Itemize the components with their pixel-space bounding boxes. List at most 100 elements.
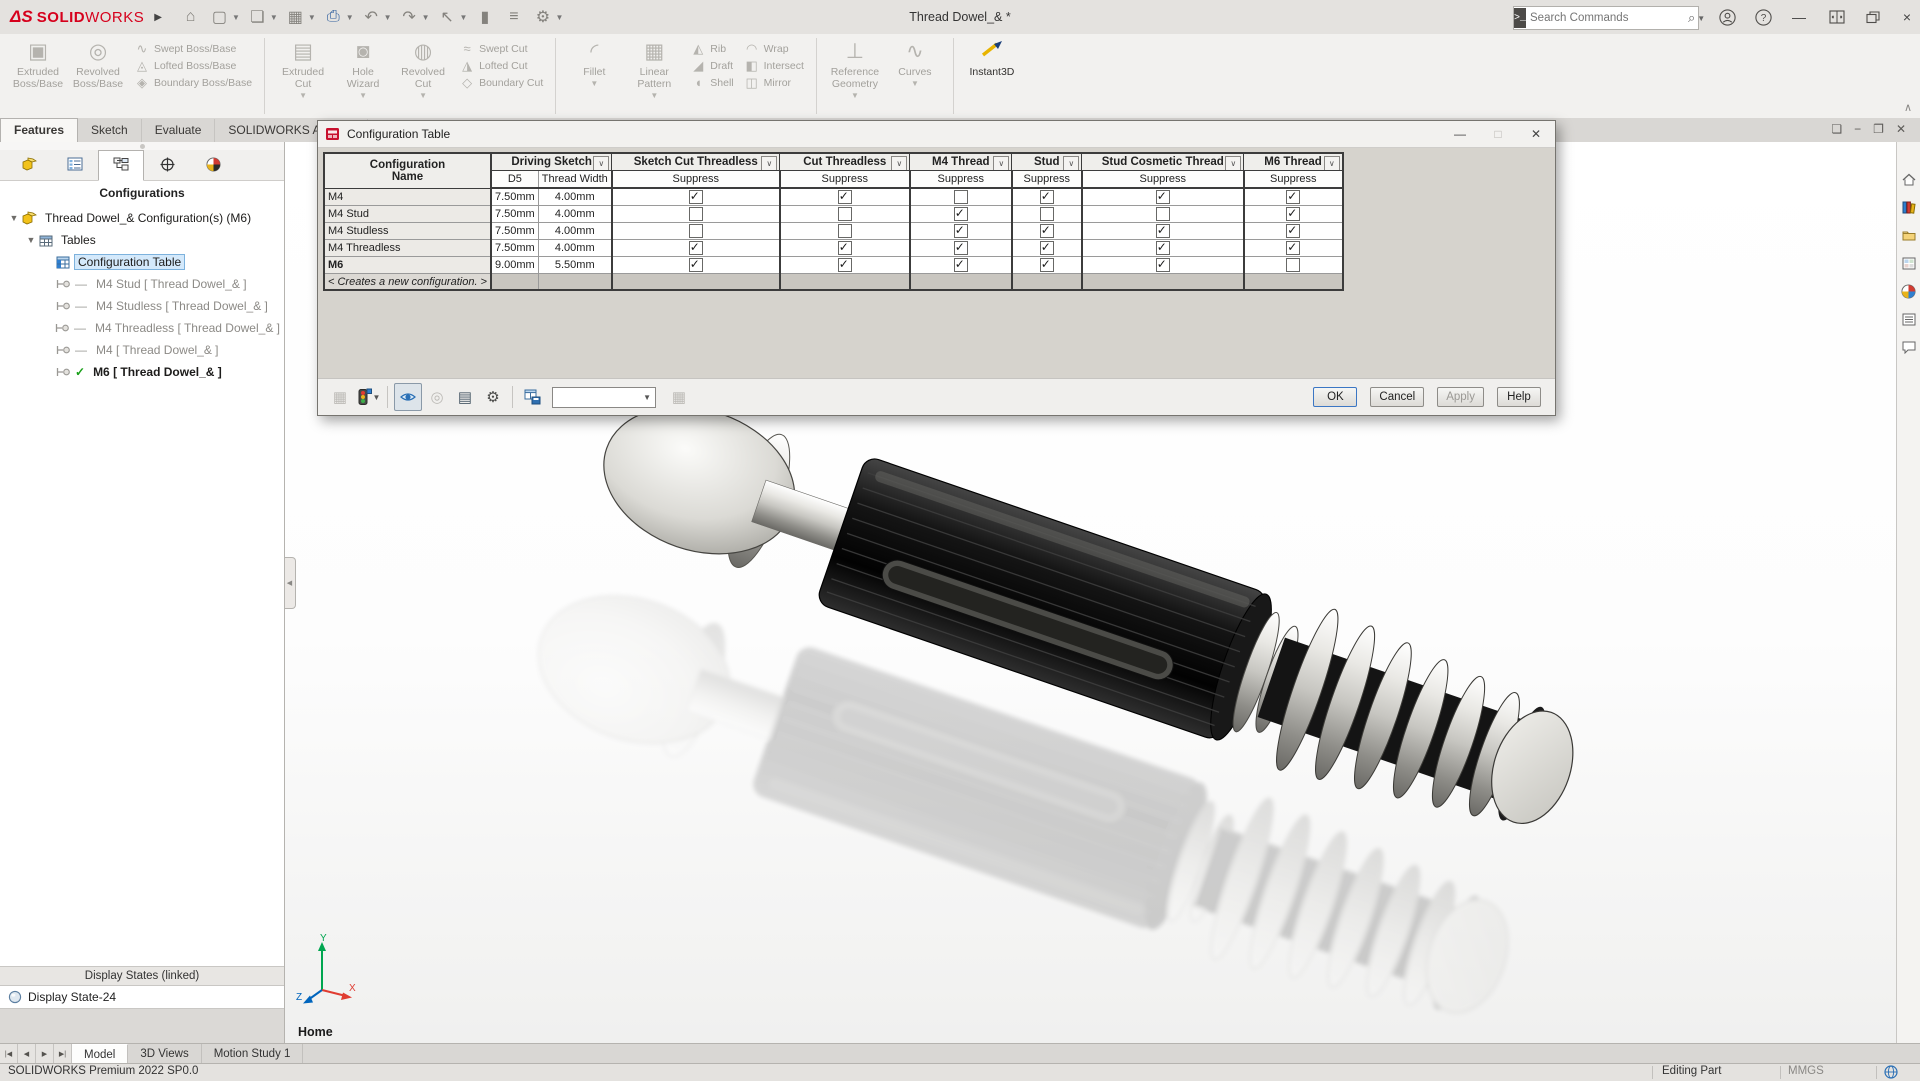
shell-button[interactable]: ◖ Shell bbox=[690, 74, 733, 91]
apply-config-table-icon[interactable]: ▦ bbox=[327, 384, 353, 410]
tree-item[interactable]: ▼ Tables bbox=[0, 229, 284, 251]
mirror-button[interactable]: ◫ Mirror bbox=[744, 74, 804, 91]
suppress-checkbox[interactable] bbox=[1039, 258, 1054, 272]
display-state-item[interactable]: Display State-24 bbox=[0, 986, 284, 1008]
suppress-cell[interactable] bbox=[908, 205, 1013, 223]
column-dropdown-icon[interactable]: ∨ bbox=[1225, 156, 1242, 170]
extruded-cut-dropdown-icon[interactable]: ▼ bbox=[299, 91, 307, 100]
first-tab-icon[interactable]: |◀ bbox=[0, 1044, 18, 1064]
traffic-light-dropdown-icon[interactable]: ▼ bbox=[373, 393, 381, 402]
suppress-checkbox[interactable] bbox=[1155, 258, 1170, 272]
config-name-cell[interactable]: M4 Studless bbox=[323, 222, 492, 240]
d5-value-cell[interactable]: 9.00mm bbox=[489, 256, 539, 274]
tree-item[interactable]: — M4 Threadless [ Thread Dowel_& ] bbox=[0, 317, 284, 339]
revolved-cut-button[interactable]: ◍ Revolved Cut ▼ bbox=[394, 38, 452, 100]
table-row[interactable]: M6 9.00mm 5.50mm bbox=[323, 256, 1344, 274]
suppress-checkbox[interactable] bbox=[688, 189, 703, 204]
column-dropdown-icon[interactable]: ∨ bbox=[1063, 156, 1080, 170]
display-states-header[interactable]: Display States (linked) bbox=[0, 966, 284, 986]
linked-update-icon[interactable]: ◎ bbox=[424, 384, 450, 410]
extruded-boss-button[interactable]: ▣ Extruded Boss/Base bbox=[9, 38, 67, 90]
panel-tab-configurationmanager[interactable] bbox=[98, 150, 144, 181]
tree-item[interactable]: ✓ M6 [ Thread Dowel_& ] bbox=[0, 361, 284, 383]
suppress-cell[interactable] bbox=[1010, 239, 1083, 257]
tree-item[interactable]: — M4 Studless [ Thread Dowel_& ] bbox=[0, 295, 284, 317]
doc-tab-motion-study-1[interactable]: Motion Study 1 bbox=[201, 1044, 304, 1064]
d5-value-cell[interactable]: 7.50mm bbox=[489, 205, 539, 223]
restore-icon[interactable] bbox=[1858, 0, 1888, 34]
config-name-cell[interactable]: M4 bbox=[323, 187, 492, 206]
config-name-cell[interactable]: M6 bbox=[323, 256, 492, 274]
featuremanager-collapse-tab[interactable]: ◀ bbox=[284, 557, 296, 609]
tree-item[interactable]: — M4 [ Thread Dowel_& ] bbox=[0, 339, 284, 361]
options-gear-dropdown-icon[interactable]: ▼ bbox=[555, 13, 563, 22]
suppress-cell[interactable] bbox=[610, 187, 781, 206]
boundary-cut-button[interactable]: ◇ Boundary Cut bbox=[459, 74, 543, 91]
suppress-cell[interactable] bbox=[1242, 256, 1344, 274]
curves-dropdown-icon[interactable]: ▼ bbox=[911, 79, 919, 88]
suppress-cell[interactable] bbox=[1080, 239, 1245, 257]
suppress-checkbox[interactable] bbox=[1155, 189, 1170, 204]
suppress-cell[interactable] bbox=[1010, 205, 1083, 223]
suppress-cell[interactable] bbox=[778, 222, 911, 240]
preview-icon[interactable] bbox=[394, 383, 422, 411]
suppress-cell[interactable] bbox=[908, 239, 1013, 257]
dialog-close-icon[interactable]: ✕ bbox=[1517, 121, 1555, 147]
lofted-cut-button[interactable]: ◮ Lofted Cut bbox=[459, 57, 543, 74]
suppress-checkbox[interactable] bbox=[837, 224, 852, 238]
dialog-minimize-icon[interactable]: — bbox=[1441, 121, 1479, 147]
thread-width-value-cell[interactable]: 4.00mm bbox=[537, 222, 613, 240]
select-cursor-dropdown-icon[interactable]: ▼ bbox=[460, 13, 468, 22]
minimize-viewport-icon[interactable]: − bbox=[1854, 122, 1861, 136]
suppress-checkbox[interactable] bbox=[1039, 224, 1054, 238]
panel-splitter-handle[interactable] bbox=[0, 142, 284, 150]
tree-item[interactable]: ▼ Thread Dowel_& Configuration(s) (M6) bbox=[0, 207, 284, 229]
linear-pattern-button[interactable]: ▦ Linear Pattern ▼ bbox=[625, 38, 683, 100]
column-dropdown-icon[interactable]: ∨ bbox=[761, 156, 778, 170]
reference-geometry-button[interactable]: ⊥ Reference Geometry ▼ bbox=[826, 38, 884, 100]
configuration-table[interactable]: Configuration Name Driving Sketch ∨ Sketch C… bbox=[323, 152, 1344, 291]
draft-button[interactable]: ◢ Draft bbox=[690, 57, 733, 74]
extruded-cut-button[interactable]: ▤ Extruded Cut ▼ bbox=[274, 38, 332, 100]
save-icon[interactable]: ▦ bbox=[282, 4, 309, 31]
save-dropdown-icon[interactable]: ▼ bbox=[308, 13, 316, 22]
config-name-cell[interactable]: M4 Stud bbox=[323, 205, 492, 223]
menu-expand-arrow-icon[interactable]: ▶ bbox=[154, 12, 162, 23]
custom-properties-icon[interactable] bbox=[1899, 308, 1919, 330]
table-row[interactable]: M4 Threadless 7.50mm 4.00mm bbox=[323, 239, 1344, 257]
revolved-cut-dropdown-icon[interactable]: ▼ bbox=[419, 91, 427, 100]
column-group-header[interactable]: M6 Thread ∨ bbox=[1243, 152, 1344, 171]
suppress-checkbox[interactable] bbox=[837, 189, 852, 204]
ok-button[interactable]: OK bbox=[1313, 387, 1358, 407]
rib-button[interactable]: ◭ Rib bbox=[690, 40, 733, 57]
restore-viewport-icon[interactable]: ❐ bbox=[1873, 122, 1884, 136]
suppress-checkbox[interactable] bbox=[1155, 241, 1170, 255]
touch-mode-icon[interactable]: ▮ bbox=[471, 4, 498, 31]
suppress-checkbox[interactable] bbox=[1286, 241, 1301, 255]
new-configuration-label[interactable]: < Creates a new configuration. > bbox=[323, 273, 492, 291]
units-selector[interactable]: MMGS bbox=[1788, 1065, 1824, 1077]
suppress-checkbox[interactable] bbox=[953, 190, 968, 204]
suppress-cell[interactable] bbox=[1080, 222, 1245, 240]
forum-icon[interactable] bbox=[1899, 336, 1919, 358]
suppress-checkbox[interactable] bbox=[1286, 224, 1301, 238]
previous-window-icon[interactable]: ❏ bbox=[1831, 122, 1842, 136]
swept-boss-button[interactable]: ∿ Swept Boss/Base bbox=[134, 40, 252, 57]
suppress-checkbox[interactable] bbox=[688, 241, 703, 255]
open-document-dropdown-icon[interactable]: ▼ bbox=[270, 13, 278, 22]
appearances-scenes-icon[interactable] bbox=[1899, 280, 1919, 302]
tree-item[interactable]: Configuration Table bbox=[0, 251, 284, 273]
suppress-cell[interactable] bbox=[1010, 187, 1083, 206]
suppress-cell[interactable] bbox=[610, 256, 781, 274]
value-combo-dropdown-icon[interactable]: ▼ bbox=[643, 393, 651, 402]
suppress-cell[interactable] bbox=[1010, 222, 1083, 240]
column-group-header[interactable]: M4 Thread ∨ bbox=[909, 152, 1013, 171]
span-displays-icon[interactable] bbox=[1822, 0, 1852, 34]
panel-tab-featuremanager-tree[interactable] bbox=[6, 150, 52, 181]
panel-tab-displaymanager[interactable] bbox=[190, 150, 236, 181]
suppress-cell[interactable] bbox=[778, 239, 911, 257]
home-icon[interactable]: ⌂ bbox=[177, 4, 204, 31]
suppress-cell[interactable] bbox=[908, 222, 1013, 240]
open-document-icon[interactable]: ❏ bbox=[244, 4, 271, 31]
suppression-traffic-light-icon[interactable]: ▼ bbox=[355, 384, 381, 410]
